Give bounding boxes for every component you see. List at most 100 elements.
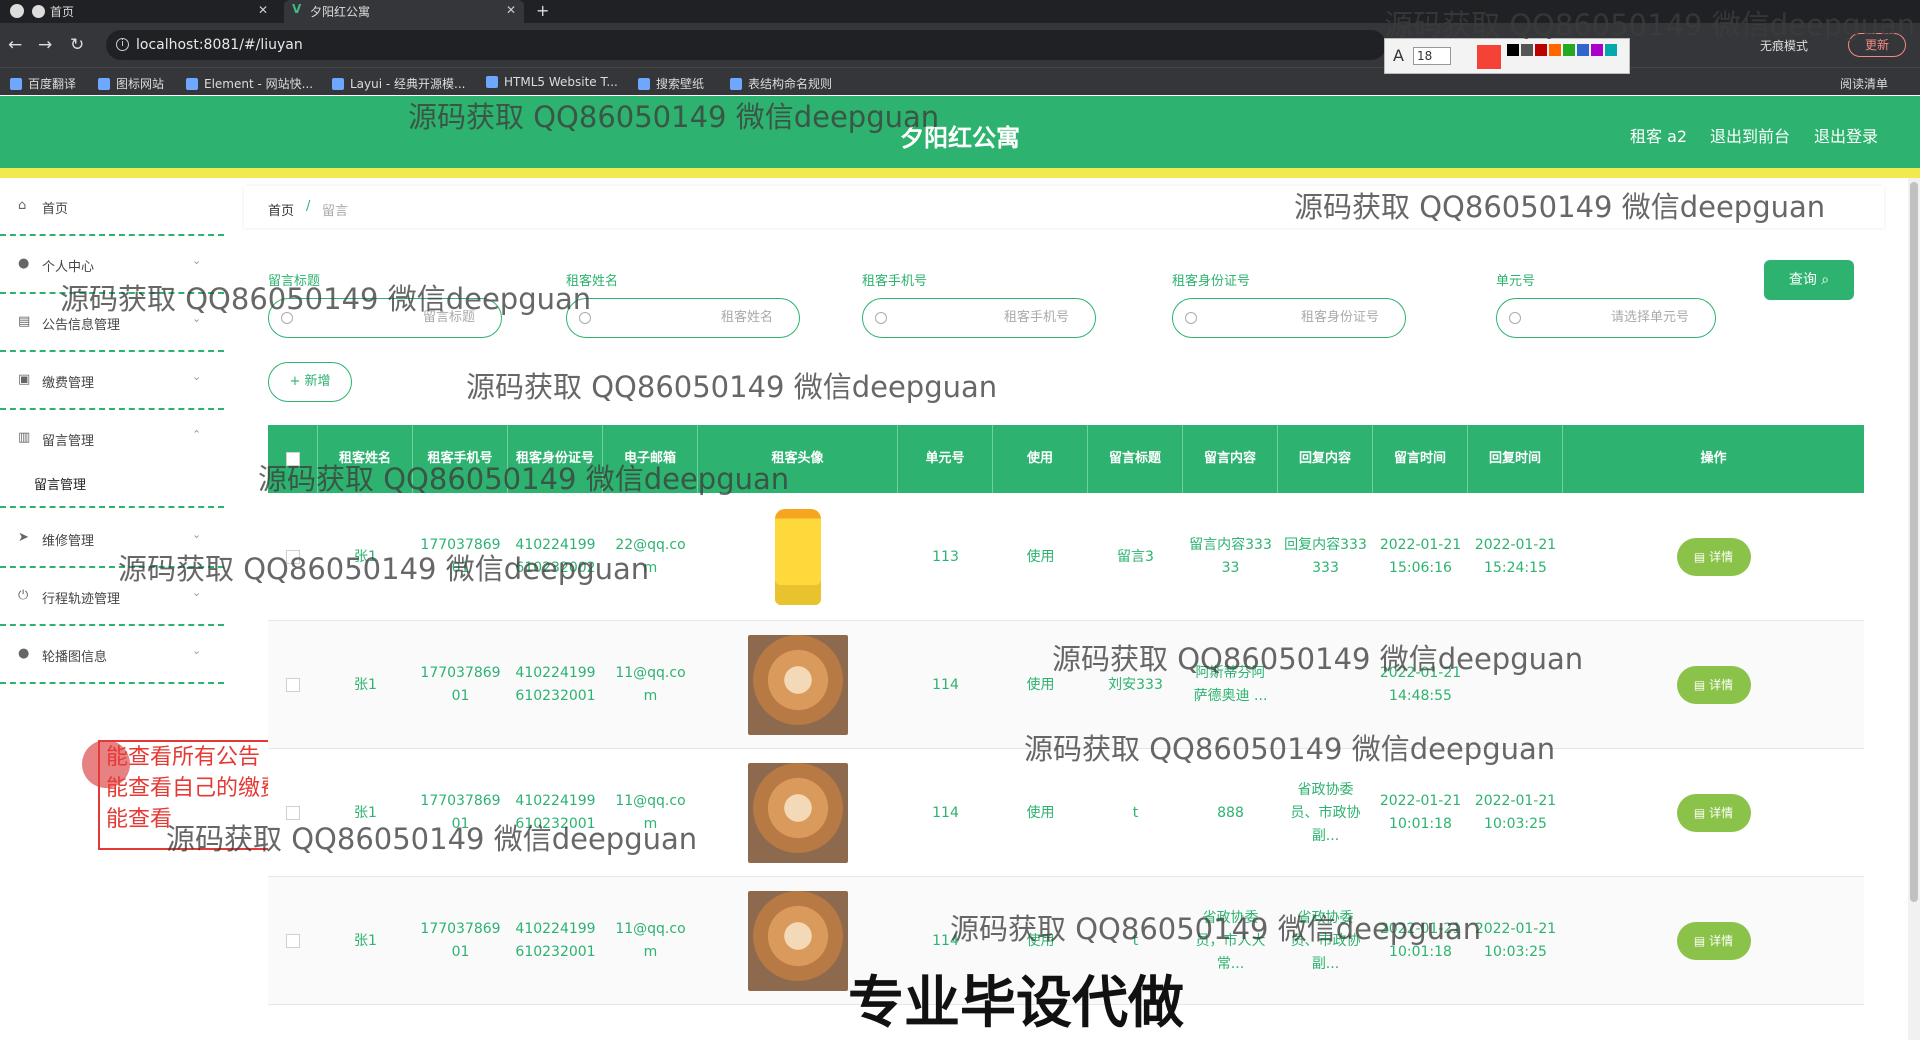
bookmark-item[interactable]: 图标网站	[98, 75, 164, 92]
reload-icon[interactable]: ↻	[70, 35, 84, 55]
clipboard-icon: ▥	[18, 430, 31, 445]
sidebar-item-notices[interactable]: ▤ 公告信息管理 ⌄	[0, 294, 224, 352]
sidebar-item-repair[interactable]: ➤ 维修管理 ⌄	[0, 510, 224, 568]
close-icon[interactable]: ✕	[258, 3, 268, 17]
back-icon[interactable]: ←	[8, 35, 22, 55]
avatar-oil-bottle-image[interactable]	[775, 509, 821, 605]
color-swatch[interactable]	[1507, 44, 1519, 56]
sidebar-item-label: 公告信息管理	[42, 318, 121, 333]
address-bar[interactable]: i localhost:8081/#/liuyan	[106, 30, 1386, 60]
color-swatch[interactable]	[1521, 44, 1533, 56]
bookmark-item[interactable]: Element - 网站快...	[186, 75, 313, 92]
avatar-dog-image[interactable]	[748, 891, 848, 991]
bookmark-item[interactable]: 百度翻译	[10, 75, 76, 92]
unit-select[interactable]: 请选择单元号	[1496, 298, 1716, 338]
avatar-dog-image[interactable]	[748, 635, 848, 735]
bookmark-item[interactable]: 搜索壁纸	[638, 75, 704, 92]
avatar-cell	[698, 749, 898, 877]
bookmark-item[interactable]: 表结构命名规则	[730, 75, 832, 92]
browser-tab-home[interactable]: 首页 ✕	[24, 0, 276, 23]
row-checkbox[interactable]	[286, 806, 300, 820]
color-swatch[interactable]	[1605, 44, 1617, 56]
logout-link[interactable]: 退出登录	[1814, 123, 1878, 147]
add-button[interactable]: + 新增	[268, 362, 352, 402]
search-icon: ⌕	[1821, 272, 1830, 288]
use-cell: 使用	[1026, 548, 1055, 565]
info-icon[interactable]: i	[116, 38, 129, 51]
query-button[interactable]: 查询 ⌕	[1764, 260, 1854, 300]
detail-button[interactable]: ▤ 详情	[1676, 666, 1751, 704]
color-swatch[interactable]	[1591, 44, 1603, 56]
color-swatch[interactable]	[1577, 44, 1589, 56]
forward-icon[interactable]: →	[38, 35, 52, 55]
msg-time-cell: 2022-01-21 10:01:18	[1379, 793, 1462, 832]
sidebar-item-payment[interactable]: ▣ 缴费管理 ⌄	[0, 352, 224, 410]
sidebar-item-trips[interactable]: ⏻ 行程轨迹管理 ⌄	[0, 568, 224, 626]
unit-label: 单元号	[1496, 274, 1536, 289]
bookmark-item[interactable]: Layui - 经典开源模...	[332, 75, 465, 92]
title-search-input[interactable]: 留言标题	[268, 298, 502, 338]
msg-title-cell: 刘安333	[1108, 676, 1163, 693]
detail-button[interactable]: ▤ 详情	[1676, 794, 1751, 832]
browser-menu-icon[interactable]	[10, 4, 24, 18]
reply-time-cell: 2022-01-21 15:24:15	[1474, 537, 1557, 576]
color-swatch[interactable]	[1563, 44, 1575, 56]
sidebar-item-carousel[interactable]: ● 轮播图信息 ⌄	[0, 626, 224, 684]
reading-list[interactable]: 阅读清单	[1840, 75, 1888, 92]
sidebar-item-home[interactable]: ⌂ 首页	[0, 178, 224, 236]
avatar-dog-image[interactable]	[748, 763, 848, 863]
sidebar-item-profile[interactable]: ● 个人中心 ⌄	[0, 236, 224, 294]
submenu-label: 留言管理	[34, 478, 87, 493]
table-row[interactable]: 张1 17703786901 410224199610232001 11@qq.…	[268, 621, 1864, 749]
row-checkbox[interactable]	[286, 934, 300, 948]
column-header: 电子邮箱	[603, 425, 698, 493]
phone-search-input[interactable]: 租客手机号	[862, 298, 1096, 338]
new-tab-icon[interactable]: +	[536, 1, 549, 20]
table-row[interactable]: 张1 17703786901 410224199610232001 11@qq.…	[268, 749, 1864, 877]
row-select-cell	[268, 877, 318, 1005]
back-to-front-link[interactable]: 退出到前台	[1710, 123, 1790, 147]
bookmark-item[interactable]: HTML5 Website T...	[486, 75, 618, 89]
scrollbar-thumb[interactable]	[1910, 182, 1918, 902]
tenant-name-cell: 张1	[354, 804, 377, 821]
color-swatch[interactable]	[1549, 44, 1561, 56]
detail-button[interactable]: ▤ 详情	[1676, 538, 1751, 576]
table-row[interactable]: 张1 17703786901 410224199610232002 22@qq.…	[268, 493, 1864, 621]
update-button[interactable]: 更新	[1848, 33, 1906, 57]
vue-logo-icon: V	[292, 2, 302, 16]
text-tool-icon[interactable]: A	[1393, 46, 1404, 65]
browser-tab-active[interactable]: V 夕阳红公寓 ✕	[284, 0, 524, 23]
idcard-cell: 410224199610232001	[515, 793, 596, 832]
chevron-down-icon: ⌄	[192, 312, 202, 325]
tenant-name-cell: 张1	[354, 548, 377, 565]
sidebar-item-label: 轮播图信息	[42, 650, 108, 665]
chevron-down-icon: ⌄	[192, 528, 202, 541]
msg-time-cell: 2022-01-21 14:48:55	[1379, 665, 1462, 704]
submenu-item-messages[interactable]: 留言管理	[0, 454, 224, 508]
tab-title: 首页	[50, 5, 75, 19]
idcard-search-input[interactable]: 租客身份证号	[1172, 298, 1406, 338]
row-checkbox[interactable]	[286, 678, 300, 692]
row-checkbox[interactable]	[286, 550, 300, 564]
unit-cell: 114	[932, 676, 959, 693]
current-color-swatch[interactable]	[1477, 45, 1501, 69]
name-search-input[interactable]: 租客姓名	[566, 298, 800, 338]
breadcrumb: 首页 / 留言	[244, 186, 1884, 228]
color-swatch[interactable]	[1535, 44, 1547, 56]
phone-cell: 17703786901	[420, 665, 501, 704]
url-text: localhost:8081/#/liuyan	[136, 37, 303, 53]
current-user-link[interactable]: 租客 a2	[1630, 123, 1687, 147]
detail-button[interactable]: ▤ 详情	[1676, 922, 1751, 960]
close-icon[interactable]: ✕	[506, 3, 516, 17]
breadcrumb-home[interactable]: 首页	[268, 200, 294, 219]
chevron-up-icon: ⌃	[192, 428, 202, 441]
user-icon: ●	[18, 646, 30, 661]
select-all-checkbox[interactable]	[285, 452, 300, 466]
idcard-label: 租客身份证号	[1172, 274, 1251, 289]
reply-time-cell: 2022-01-21 10:03:25	[1474, 793, 1557, 832]
page-scrollbar[interactable]	[1908, 178, 1920, 1040]
sidebar: ⌂ 首页 ● 个人中心 ⌄ ▤ 公告信息管理 ⌄ ▣ 缴费管理 ⌄ ▥ 留言管理…	[0, 178, 224, 1040]
column-header: 操作	[1700, 451, 1727, 466]
font-size-select[interactable]: 18	[1413, 47, 1451, 65]
chevron-down-icon: ⌄	[192, 644, 202, 657]
